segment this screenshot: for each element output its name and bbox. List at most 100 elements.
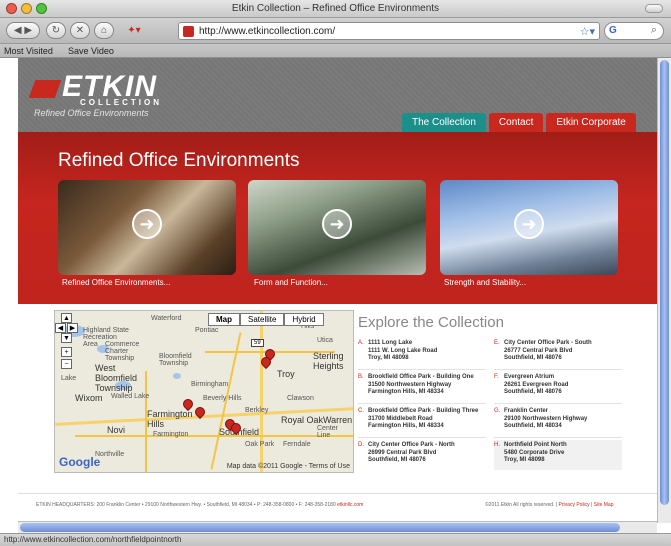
location-letter: B. [358,374,364,380]
card-refined-office[interactable]: ➜ [58,180,236,275]
bookmark-star-icon[interactable]: ☆▾ [580,25,595,38]
footer-website-link[interactable]: etkinllc.com [337,502,363,508]
map-label: Clawson [287,395,314,402]
site-favicon-icon [183,26,194,37]
map-label: Birmingham [191,381,229,388]
divider [494,437,622,438]
location-name[interactable]: Brookfield Office Park - Building Three [368,408,488,416]
map-data-credit[interactable]: Map data ©2011 Google - Terms of Use [227,463,350,470]
reload-icon[interactable]: ↻ [46,22,66,39]
horizontal-scroll-thumb[interactable] [20,523,620,532]
divider [494,369,622,370]
map-label: Pontiac [195,327,219,334]
zoom-out-icon[interactable]: − [61,359,72,369]
footer-address: ETKIN HEADQUARTERS: 200 Franklin Center … [36,502,363,508]
location-item[interactable]: G. Franklin Center 29100 Northwestern Hig… [494,408,624,431]
map-label: Troy [277,369,295,379]
pan-right-icon[interactable]: ▶ [67,323,78,333]
location-city: Southfield, MI 48034 [504,423,562,429]
nav-contact[interactable]: Contact [488,113,544,132]
location-name[interactable]: City Center Office Park - North [368,442,488,450]
bookmark-menu-icon[interactable]: ✦▾ [120,22,148,39]
google-logo[interactable]: Google [59,455,100,469]
location-item-hovered[interactable]: H. Northfield Point North 5480 Corporate … [494,440,622,470]
map-label: Lake [61,375,77,382]
footer-copyright: ©2011 Etkin All rights reserved. | [485,502,558,508]
location-name[interactable]: Franklin Center [504,408,624,416]
location-name[interactable]: Brookfield Office Park - Building One [368,374,488,382]
url-bar[interactable]: http://www.etkincollection.com/ ☆▾ [178,22,600,40]
site-nav: The Collection Contact Etkin Corporate [402,113,636,132]
location-address: 26999 Central Park Blvd [368,449,437,456]
bookmark-save-video[interactable]: Save Video [68,46,114,56]
back-forward-buttons[interactable]: ◀ ▶ [6,22,40,39]
location-letter: C. [358,408,364,414]
url-text[interactable]: http://www.etkincollection.com/ [199,26,335,37]
location-city: Southfield, MI 48076 [368,457,426,463]
map-label: Oak Park [245,441,275,448]
map-type-map[interactable]: Map [208,313,240,326]
location-letter: F. [494,374,499,380]
search-engine-icon[interactable]: G [609,25,617,36]
arrow-right-icon[interactable]: ➜ [132,209,162,239]
hero-title: Refined Office Environments [58,150,300,171]
location-item[interactable]: F. Evergreen Atrium 26261 Evergreen Road S… [494,374,624,397]
nav-the-collection[interactable]: The Collection [402,113,486,132]
card-label-refined[interactable]: Refined Office Environments... [62,278,170,287]
location-name[interactable]: 1111 Long Lake [368,340,488,348]
card-label-form[interactable]: Form and Function... [254,278,328,287]
search-box[interactable]: G ⌕ [604,22,664,40]
location-name[interactable]: City Center Office Park - South [504,340,624,348]
location-letter: G. [494,408,501,414]
map-label: Beverly Hills [203,395,242,402]
zoom-in-icon[interactable]: + [61,347,72,357]
route-shield-icon: 59 [251,339,264,347]
map-label: Utica [317,337,333,344]
map-type-satellite[interactable]: Satellite [240,313,285,326]
pan-down-icon[interactable]: ▼ [61,333,72,343]
map-label: Center Line [317,425,339,439]
search-icon[interactable]: ⌕ [651,24,657,37]
toolbar-toggle-button[interactable] [645,4,663,13]
site-map-link[interactable]: Site Map [594,502,614,508]
location-city: Southfield, MI 48076 [504,355,562,361]
location-letter: H. [494,442,500,448]
nav-etkin-corporate[interactable]: Etkin Corporate [546,113,636,132]
map-type-hybrid[interactable]: Hybrid [284,313,324,326]
pan-left-icon[interactable]: ◀ [55,323,66,333]
location-item[interactable]: C. Brookfield Office Park - Building Thr… [358,408,488,431]
location-name[interactable]: Northfield Point North [504,442,622,450]
site-logo-sub: COLLECTION [80,98,162,107]
card-form-function[interactable]: ➜ [248,180,426,275]
etkin-logo-icon [28,80,62,98]
location-name[interactable]: Evergreen Atrium [504,374,624,382]
location-item[interactable]: D. City Center Office Park - North 26999 … [358,442,488,465]
horizontal-scrollbar[interactable] [18,521,657,533]
arrow-right-icon[interactable]: ➜ [514,209,544,239]
pan-up-icon[interactable]: ▲ [61,313,72,323]
location-address: 26261 Evergreen Road [504,381,569,388]
stop-icon[interactable]: ✕ [70,22,90,39]
arrow-right-icon[interactable]: ➜ [322,209,352,239]
location-letter: D. [358,442,364,448]
location-address: 31700 Middlebelt Road [368,415,433,422]
card-strength-stability[interactable]: ➜ [440,180,618,275]
bookmark-most-visited[interactable]: Most Visited [4,46,53,56]
map-label: Royal Oak [281,415,324,425]
location-item[interactable]: B. Brookfield Office Park - Building One… [358,374,488,397]
footer-address-text: ETKIN HEADQUARTERS: 200 Franklin Center … [36,502,336,508]
location-item[interactable]: A. 1111 Long Lake 1111 W. Long Lake Road T… [358,340,488,363]
location-address: 29100 Northwestern Highway [504,415,588,422]
home-icon[interactable]: ⌂ [94,22,114,39]
vertical-scrollbar[interactable] [657,58,671,523]
location-map[interactable]: Waterford Pontiac Highland State Recreat… [54,310,354,473]
location-item[interactable]: E. City Center Office Park - South 26777 … [494,340,624,363]
map-label: Wixom [75,393,103,403]
vertical-scroll-thumb[interactable] [660,60,669,505]
privacy-policy-link[interactable]: Privacy Policy [559,502,590,508]
location-address: 1111 W. Long Lake Road [368,347,438,354]
card-label-strength[interactable]: Strength and Stability... [444,278,526,287]
location-letter: A. [358,340,364,346]
location-city: Southfield, MI 48076 [504,389,562,395]
map-label: Novi [107,425,126,435]
